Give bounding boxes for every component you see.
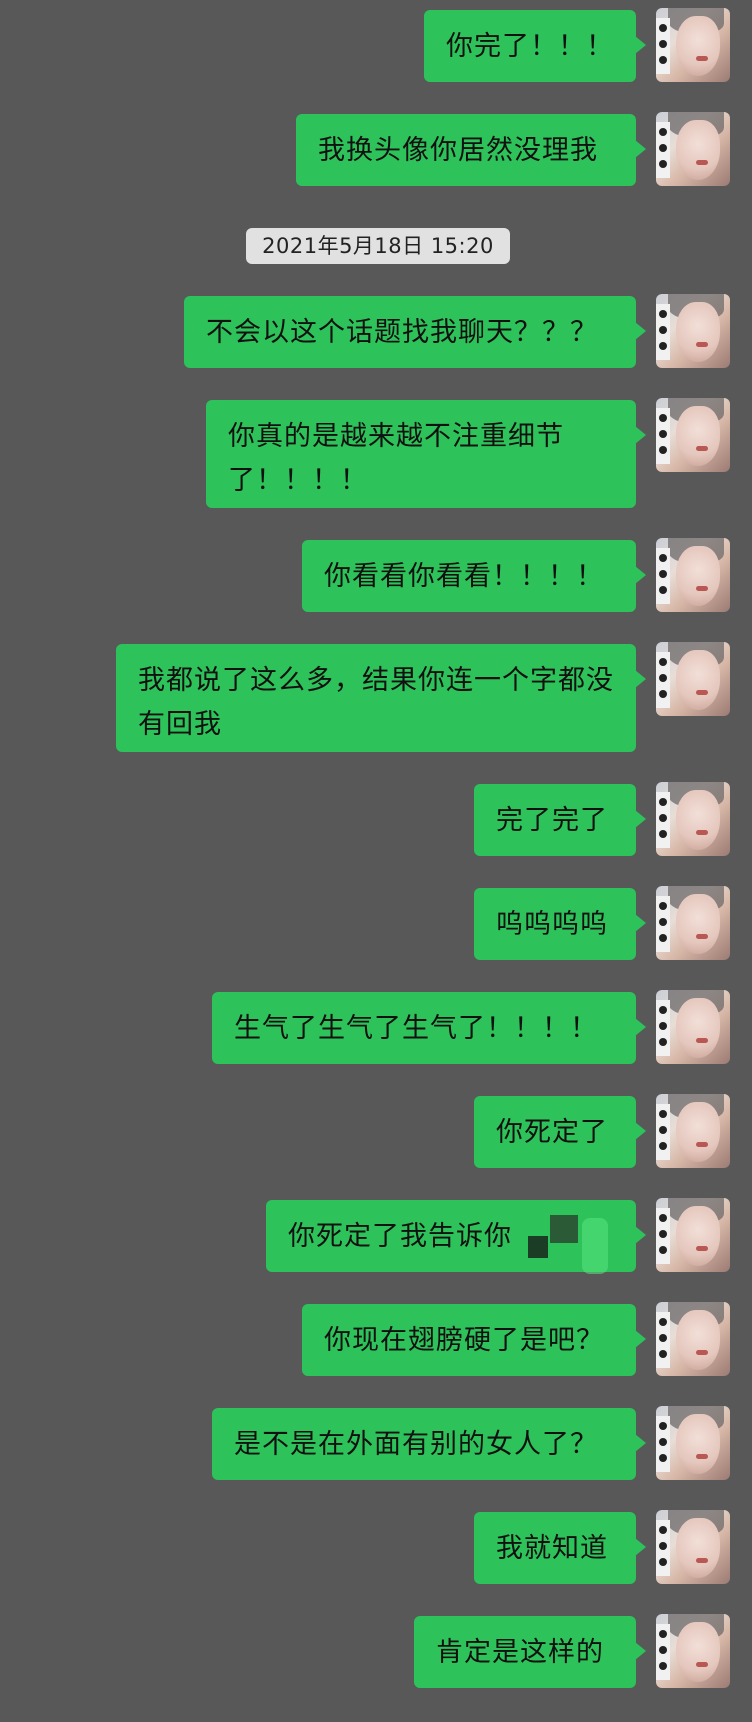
message-bubble[interactable]: 你死定了我告诉你 (266, 1200, 646, 1272)
avatar[interactable] (656, 1406, 730, 1480)
message-text: 你真的是越来越不注重细节了！！！！ (228, 421, 564, 496)
avatar[interactable] (656, 112, 730, 186)
message-bubble[interactable]: 不会以这个话题找我聊天？？？ (184, 296, 646, 368)
message-bubble[interactable]: 我就知道 (474, 1512, 646, 1584)
message-text: 肯定是这样的 (436, 1637, 604, 1668)
censored-block (582, 1218, 608, 1274)
message-bubble[interactable]: 完了完了 (474, 784, 646, 856)
message-bubble[interactable]: 你完了！！！ (424, 10, 646, 82)
avatar[interactable] (656, 1302, 730, 1376)
message-bubble[interactable]: 你真的是越来越不注重细节了！！！！ (206, 400, 646, 508)
message-bubble[interactable]: 肯定是这样的 (414, 1616, 646, 1688)
message-bubble[interactable]: 呜呜呜呜 (474, 888, 646, 960)
chat-area: 你完了！！！ 我换头像你居然没理我 2021年5月18日 15:20 不会以这个… (0, 0, 752, 1722)
avatar[interactable] (656, 1094, 730, 1168)
message-text: 呜呜呜呜 (496, 909, 608, 940)
message-text: 你现在翅膀硬了是吧？ (324, 1325, 604, 1356)
message-text: 完了完了 (496, 805, 608, 836)
avatar[interactable] (656, 538, 730, 612)
avatar[interactable] (656, 990, 730, 1064)
message-text: 我都说了这么多，结果你连一个字都没有回我 (138, 665, 614, 740)
avatar[interactable] (656, 294, 730, 368)
message-text: 不会以这个话题找我聊天？？？ (206, 317, 598, 348)
message-text: 你死定了我告诉你 (288, 1221, 512, 1252)
message-text: 是不是在外面有别的女人了？ (234, 1429, 598, 1460)
message-text: 我就知道 (496, 1533, 608, 1564)
avatar[interactable] (656, 642, 730, 716)
censored-block (550, 1215, 578, 1243)
avatar[interactable] (656, 1510, 730, 1584)
message-bubble[interactable]: 是不是在外面有别的女人了？ (212, 1408, 646, 1480)
avatar[interactable] (656, 1614, 730, 1688)
message-bubble[interactable]: 你现在翅膀硬了是吧？ (302, 1304, 646, 1376)
message-text: 你看看你看看！！！！ (324, 561, 604, 592)
message-bubble[interactable]: 你死定了 (474, 1096, 646, 1168)
message-text: 你死定了 (496, 1117, 608, 1148)
message-bubble[interactable]: 生气了生气了生气了！！！！ (212, 992, 646, 1064)
message-text: 生气了生气了生气了！！！！ (234, 1013, 598, 1044)
message-bubble[interactable]: 你看看你看看！！！！ (302, 540, 646, 612)
message-bubble[interactable]: 我换头像你居然没理我 (296, 114, 646, 186)
avatar[interactable] (656, 8, 730, 82)
message-bubble[interactable]: 我都说了这么多，结果你连一个字都没有回我 (116, 644, 646, 752)
censored-block (528, 1236, 548, 1258)
timestamp: 2021年5月18日 15:20 (246, 228, 510, 264)
avatar[interactable] (656, 886, 730, 960)
avatar[interactable] (656, 782, 730, 856)
avatar[interactable] (656, 398, 730, 472)
message-text: 我换头像你居然没理我 (318, 135, 598, 166)
avatar[interactable] (656, 1198, 730, 1272)
message-text: 你完了！！！ (446, 31, 614, 62)
